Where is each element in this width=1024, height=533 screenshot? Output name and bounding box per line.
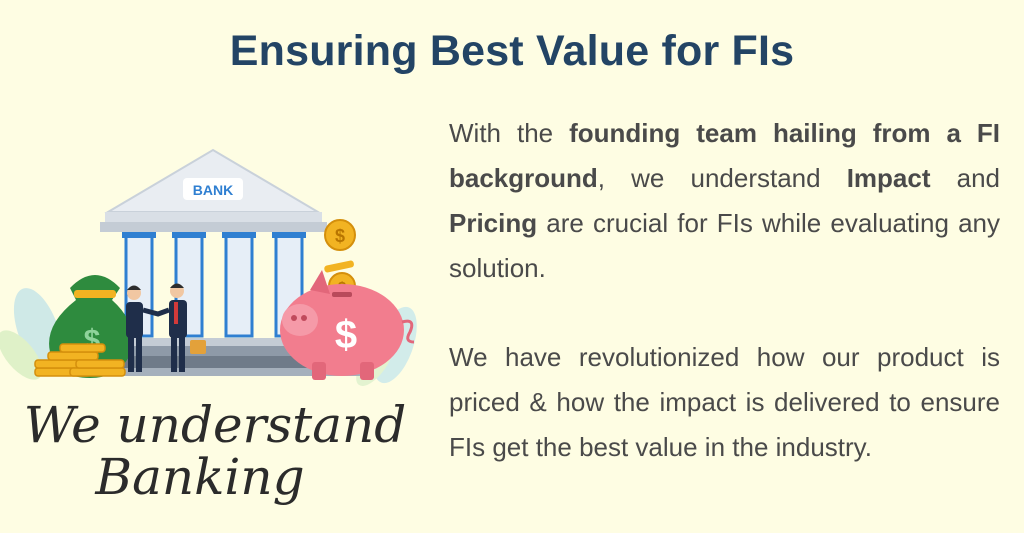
paragraph-1: With the founding team hailing from a FI… [449,118,1001,283]
svg-text:$: $ [335,313,357,357]
caption-line-2: Banking [94,448,304,506]
svg-text:$: $ [335,226,345,246]
bold-pricing: Pricing [449,208,538,238]
page-title: Ensuring Best Value for FIs [229,27,795,75]
description-text: With the founding team hailing from a FI… [449,111,1000,470]
bank-illustration: BANK $ $ $ We understand Banking [0,148,417,506]
caption-line-1: We understand [24,396,406,454]
bank-sign-text: BANK [193,182,233,198]
paragraph-2: We have revolutionized how our product i… [449,342,1000,462]
bold-impact: Impact [846,163,931,193]
